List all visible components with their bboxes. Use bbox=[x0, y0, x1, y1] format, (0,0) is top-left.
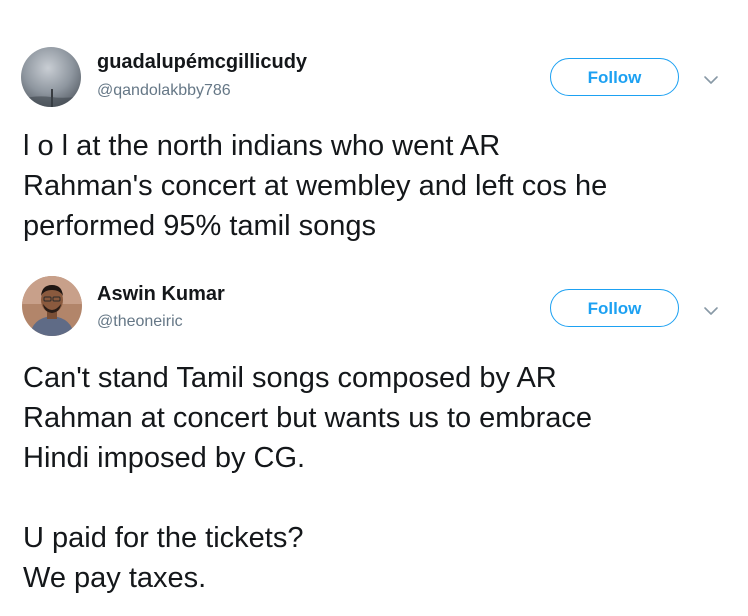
avatar[interactable] bbox=[21, 47, 81, 107]
tweet: guadalupémcgillicudy @qandolakbby786 Fol… bbox=[0, 0, 748, 262]
tweet-text: l o l at the north indians who went AR R… bbox=[23, 130, 608, 242]
display-name[interactable]: guadalupémcgillicudy bbox=[97, 51, 307, 74]
tweet-text: Can't stand Tamil songs composed by AR R… bbox=[23, 362, 593, 594]
follow-button[interactable]: Follow bbox=[550, 289, 679, 327]
avatar[interactable] bbox=[22, 276, 82, 336]
tweet: Aswin Kumar @theoneiric Follow Can't sta… bbox=[0, 262, 748, 616]
chevron-down-icon[interactable] bbox=[703, 304, 719, 316]
person-avatar-image bbox=[22, 276, 82, 336]
chevron-down-icon[interactable] bbox=[703, 73, 719, 85]
user-handle[interactable]: @theoneiric bbox=[97, 313, 183, 331]
display-name[interactable]: Aswin Kumar bbox=[97, 283, 225, 306]
follow-button[interactable]: Follow bbox=[550, 58, 679, 96]
sky-avatar-image bbox=[21, 47, 81, 107]
user-handle[interactable]: @qandolakbby786 bbox=[97, 82, 231, 100]
